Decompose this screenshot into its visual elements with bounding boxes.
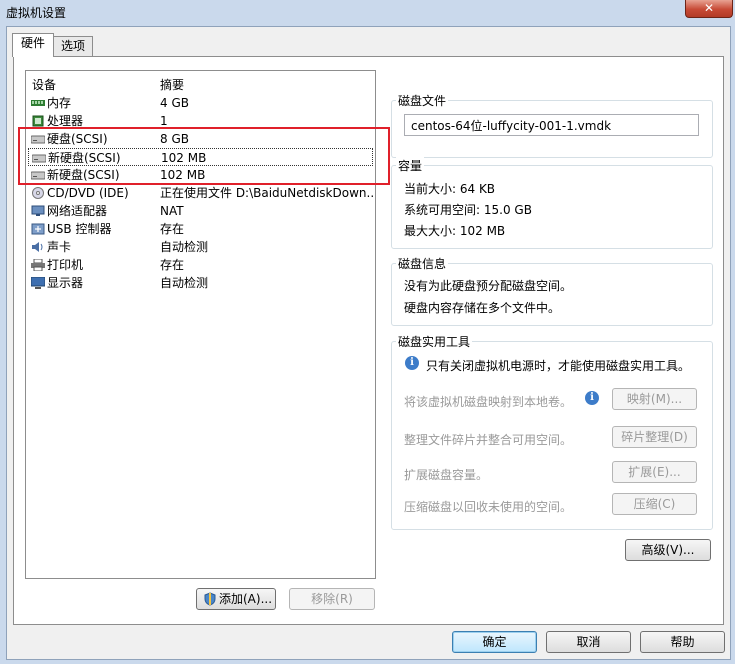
device-name: 内存 [47,96,72,110]
remove-device-button[interactable]: 移除(R) [289,588,375,610]
device-summary: 正在使用文件 D:\BaiduNetdiskDown... [160,186,373,200]
utilities-notice: 只有关闭虚拟机电源时，才能使用磁盘实用工具。 [426,359,691,373]
map-description: 将该虚拟机磁盘映射到本地卷。 [404,395,573,409]
device-name: 网络适配器 [47,204,108,218]
disk-info-group: 磁盘信息 没有为此硬盘预分配磁盘空间。 硬盘内容存储在多个文件中。 [391,255,713,326]
defragment-button-label: 碎片整理(D) [621,430,688,444]
device-name: USB 控制器 [47,222,112,236]
usb-icon [31,223,45,235]
device-row-memory[interactable]: 内存 4 GB [28,94,373,112]
max-size: 最大大小: 102 MB [404,224,506,238]
compact-button-label: 压缩(C) [633,497,676,511]
disk-file-value: centos-64位-luffycity-001-1.vmdk [411,119,612,133]
device-summary: 存在 [160,222,185,236]
device-summary: 存在 [160,258,185,272]
device-row-network-adapter[interactable]: 网络适配器 NAT [28,202,373,220]
close-button[interactable]: ✕ [685,0,733,18]
compact-button[interactable]: 压缩(C) [612,493,697,515]
sound-card-icon [32,242,43,252]
dialog-client: 硬件 选项 设备 摘要 内存 4 GB 处理器 1 硬盘(SCSI) 8 GB … [6,26,731,660]
remove-device-label: 移除(R) [311,592,353,606]
device-name: 声卡 [47,240,72,254]
ok-button[interactable]: 确定 [452,631,537,653]
current-size: 当前大小: 64 KB [404,182,496,196]
disk-utilities-group: 磁盘实用工具 i 只有关闭虚拟机电源时，才能使用磁盘实用工具。 将该虚拟机磁盘映… [391,333,713,530]
device-row-usb-controller[interactable]: USB 控制器 存在 [28,220,373,238]
device-summary: 4 GB [160,96,189,110]
disk-info-title: 磁盘信息 [396,255,449,272]
device-row-cd-dvd[interactable]: CD/DVD (IDE) 正在使用文件 D:\BaiduNetdiskDown.… [28,184,373,202]
column-header-summary: 摘要 [160,78,185,92]
window-title: 虚拟机设置 [6,6,67,20]
device-name: 显示器 [47,276,84,290]
info-icon: i [405,356,419,370]
available-space: 系统可用空间: 15.0 GB [404,203,532,217]
advanced-button[interactable]: 高级(V)... [625,539,711,561]
help-button-label: 帮助 [670,635,695,649]
device-row-printer[interactable]: 打印机 存在 [28,256,373,274]
disk-utilities-title: 磁盘实用工具 [396,333,473,350]
info-icon: i [585,391,599,405]
capacity-title: 容量 [396,157,425,174]
compact-description: 压缩磁盘以回收未使用的空间。 [404,500,573,514]
cd-dvd-icon [32,187,44,199]
device-summary: NAT [160,204,184,218]
cancel-button[interactable]: 取消 [546,631,631,653]
printer-icon [31,259,45,271]
tab-hardware-label: 硬件 [20,36,45,50]
device-name: 打印机 [47,258,84,272]
device-row-sound-card[interactable]: 声卡 自动检测 [28,238,373,256]
add-device-button[interactable]: 添加(A)... [196,588,276,610]
vm-settings-window: 虚拟机设置 ✕ 硬件 选项 设备 摘要 内存 4 GB 处理器 1 硬盘(SCS… [0,0,735,664]
device-row-display[interactable]: 显示器 自动检测 [28,274,373,292]
expand-button[interactable]: 扩展(E)... [612,461,697,483]
network-adapter-icon [31,205,45,216]
help-button[interactable]: 帮助 [640,631,725,653]
defragment-button[interactable]: 碎片整理(D) [612,426,697,448]
tab-options-label: 选项 [60,39,85,53]
map-button-label: 映射(M)... [626,392,683,406]
disk-file-group: 磁盘文件 centos-64位-luffycity-001-1.vmdk [391,92,713,158]
tab-hardware[interactable]: 硬件 [12,33,54,57]
device-summary: 自动检测 [160,276,209,290]
cpu-icon [32,115,44,127]
advanced-button-label: 高级(V)... [641,543,695,557]
expand-description: 扩展磁盘容量。 [404,468,489,482]
disk-info-line1: 没有为此硬盘预分配磁盘空间。 [404,279,573,293]
title-bar: 虚拟机设置 ✕ [0,0,735,22]
defrag-description: 整理文件碎片并整合可用空间。 [404,433,573,447]
display-icon [31,277,45,289]
capacity-group: 容量 当前大小: 64 KB 系统可用空间: 15.0 GB 最大大小: 102… [391,157,713,249]
map-button[interactable]: 映射(M)... [612,388,697,410]
add-device-label: 添加(A)... [219,592,273,606]
close-icon: ✕ [703,1,715,15]
shield-icon [204,592,216,606]
disk-file-title: 磁盘文件 [396,92,449,109]
cancel-button-label: 取消 [576,635,601,649]
disk-info-line2: 硬盘内容存储在多个文件中。 [404,301,561,315]
device-name: CD/DVD (IDE) [47,186,129,200]
highlight-box [18,127,390,185]
device-summary: 自动检测 [160,240,209,254]
tab-options[interactable]: 选项 [53,36,93,56]
memory-icon [31,100,45,106]
column-header-device: 设备 [32,78,57,92]
disk-file-field[interactable]: centos-64位-luffycity-001-1.vmdk [404,114,699,136]
ok-button-label: 确定 [482,635,507,649]
expand-button-label: 扩展(E)... [628,465,681,479]
